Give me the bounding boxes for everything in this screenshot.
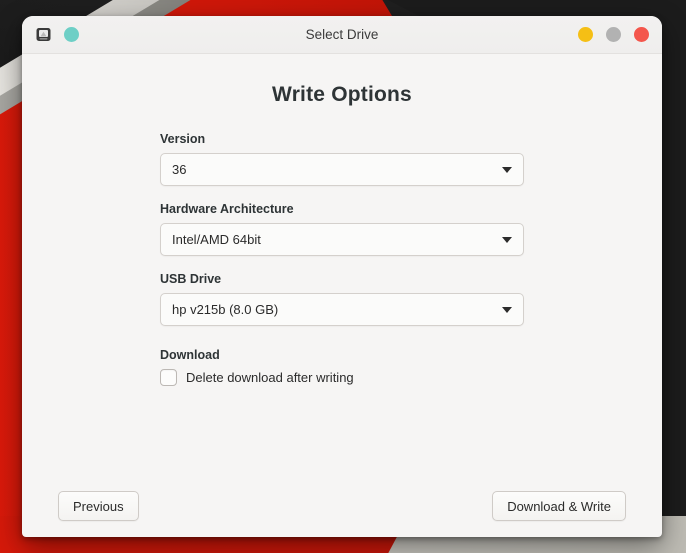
architecture-label: Hardware Architecture bbox=[160, 202, 294, 216]
chevron-down-icon bbox=[502, 236, 512, 243]
usb-drive-label: USB Drive bbox=[160, 272, 222, 286]
download-label: Download bbox=[160, 348, 220, 362]
teal-status-dot[interactable] bbox=[64, 27, 79, 42]
usb-drive-dropdown[interactable]: hp v215b (8.0 GB) bbox=[160, 293, 524, 326]
usb-drive-value: hp v215b (8.0 GB) bbox=[172, 302, 279, 317]
drive-icon[interactable] bbox=[35, 26, 52, 43]
download-and-write-button[interactable]: Download & Write bbox=[492, 491, 626, 521]
previous-button[interactable]: Previous bbox=[58, 491, 139, 521]
titlebar-left-group bbox=[35, 26, 79, 43]
architecture-dropdown[interactable]: Intel/AMD 64bit bbox=[160, 223, 524, 256]
write-options-form: Version 36 Hardware Architecture Intel/A… bbox=[58, 132, 626, 386]
minimize-circle-icon[interactable] bbox=[578, 27, 593, 42]
page-title: Write Options bbox=[272, 83, 412, 106]
delete-download-checkbox-label: Delete download after writing bbox=[186, 370, 354, 385]
window-controls bbox=[578, 27, 649, 42]
maximize-circle-icon[interactable] bbox=[606, 27, 621, 42]
field-group-usb-drive: USB Drive hp v215b (8.0 GB) bbox=[160, 272, 524, 326]
delete-download-checkbox[interactable] bbox=[160, 369, 177, 386]
version-dropdown[interactable]: 36 bbox=[160, 153, 524, 186]
window-titlebar[interactable]: Select Drive bbox=[22, 16, 662, 54]
field-group-version: Version 36 bbox=[160, 132, 524, 186]
architecture-value: Intel/AMD 64bit bbox=[172, 232, 261, 247]
close-circle-icon[interactable] bbox=[634, 27, 649, 42]
window-content: Write Options Version 36 Hardware Archit… bbox=[22, 54, 662, 537]
version-value: 36 bbox=[172, 162, 187, 177]
window-title: Select Drive bbox=[305, 27, 379, 42]
chevron-down-icon bbox=[502, 166, 512, 173]
footer-actions: Previous Download & Write bbox=[58, 491, 626, 521]
field-group-download: Download Delete download after writing bbox=[160, 348, 524, 386]
version-label: Version bbox=[160, 132, 206, 146]
field-group-architecture: Hardware Architecture Intel/AMD 64bit bbox=[160, 202, 524, 256]
chevron-down-icon bbox=[502, 306, 512, 313]
delete-download-checkbox-row[interactable]: Delete download after writing bbox=[160, 369, 524, 386]
application-window: Select Drive Write Options Version 36 Ha… bbox=[22, 16, 662, 537]
